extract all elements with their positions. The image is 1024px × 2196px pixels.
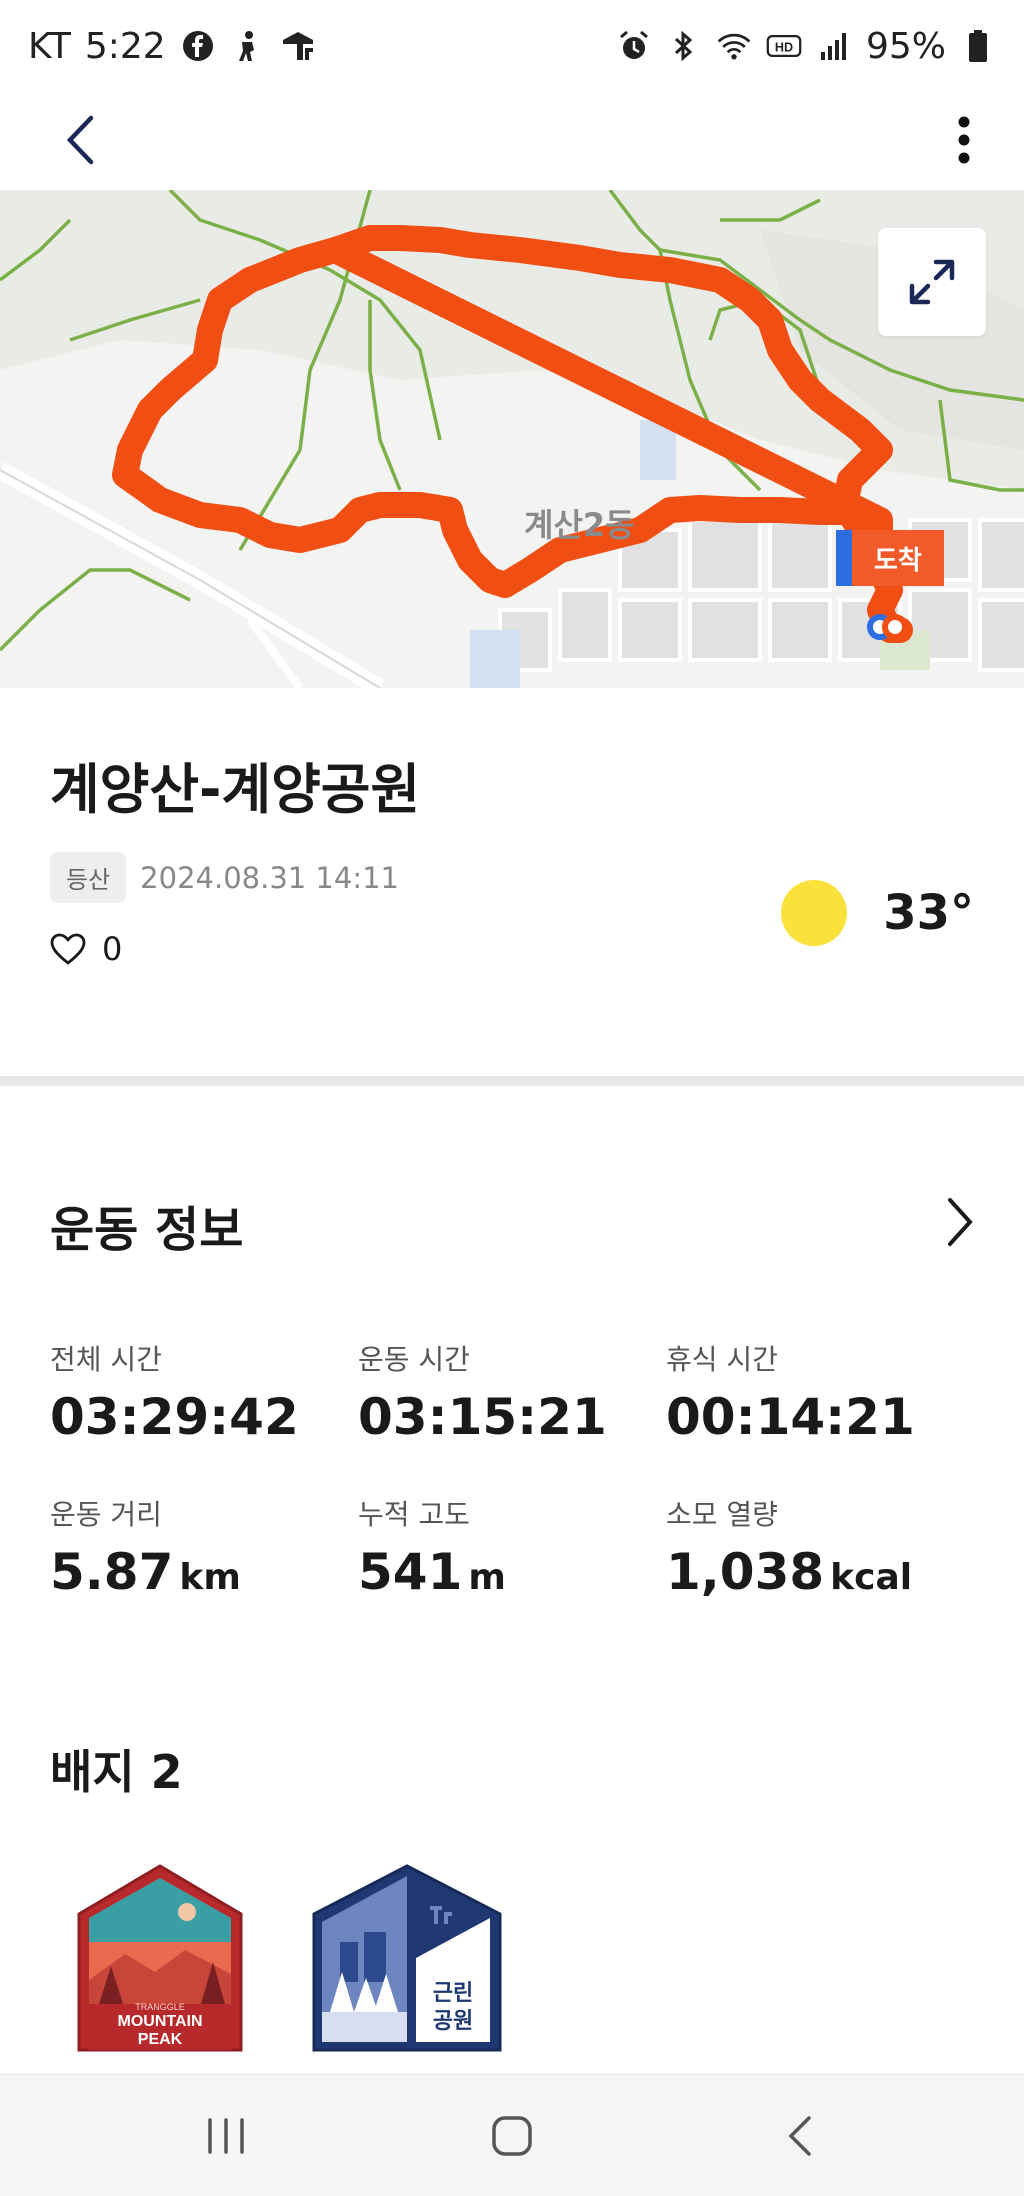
exercise-info-heading: 운동 정보 (50, 1202, 244, 1258)
home-icon (492, 2116, 532, 2156)
stat-label: 누적 고도 (358, 1498, 470, 1531)
stat-value: 03:15:21 (358, 1388, 607, 1446)
badge-line2: MOUNTAIN (117, 2013, 202, 2030)
carrier-label: KT (28, 25, 71, 67)
clock: 5:22 (84, 25, 166, 67)
more-options-button[interactable] (934, 110, 994, 170)
bluetooth-icon (666, 28, 702, 64)
weather: 33° (781, 880, 974, 946)
badge-line2: 공원 (433, 2009, 473, 2034)
sunny-icon (781, 880, 848, 946)
stat-elevation: 누적 고도 541 m (358, 1493, 506, 1601)
badge-mountain-peak[interactable]: TRANGGLE MOUNTAIN PEAK (75, 1862, 245, 2052)
badge-line1: 근린 (433, 1981, 473, 2006)
chevron-right-icon (948, 1198, 973, 1246)
activity-datetime: 2024.08.31 14:11 (140, 860, 400, 895)
badges-heading: 배지 2 (50, 1745, 183, 1799)
stat-label: 휴식 시간 (666, 1343, 778, 1376)
top-app-bar (0, 92, 1024, 190)
stat-label: 운동 시간 (358, 1343, 470, 1376)
badge-line3: PEAK (138, 2031, 183, 2048)
tranggle-icon (280, 28, 316, 64)
arrival-marker: 도착 (836, 530, 944, 586)
system-back-button[interactable] (760, 2101, 840, 2171)
stat-moving-time: 운동 시간 03:15:21 (358, 1338, 607, 1446)
exercise-info-detail-button[interactable] (930, 1192, 990, 1252)
stat-unit: km (179, 1557, 241, 1598)
stat-unit: m (468, 1557, 506, 1598)
status-bar: KT 5:22 HD 95% (0, 0, 1024, 92)
signal-icon (816, 28, 852, 64)
back-button[interactable] (50, 110, 110, 170)
svg-text:HD: HD (775, 40, 793, 54)
badge-line1: TRANGGLE (135, 2002, 185, 2012)
stat-label: 운동 거리 (50, 1498, 162, 1531)
stat-calories: 소모 열량 1,038 kcal (666, 1493, 912, 1601)
facebook-icon (180, 28, 216, 64)
stat-value: 5.87 km (50, 1543, 241, 1601)
activity-title: 계양산-계양공원 (50, 758, 421, 821)
stat-label: 전체 시간 (50, 1343, 162, 1376)
stat-value: 1,038 kcal (666, 1543, 913, 1601)
recent-apps-button[interactable] (186, 2101, 266, 2171)
hiker-icon (230, 28, 266, 64)
section-divider (0, 1076, 1024, 1086)
stat-rest-time: 휴식 시간 00:14:21 (666, 1338, 915, 1446)
home-button[interactable] (472, 2101, 552, 2171)
stat-value: 00:14:21 (666, 1388, 915, 1446)
chevron-left-icon (66, 115, 94, 165)
stat-value: 03:29:42 (50, 1388, 299, 1446)
map-canvas (0, 190, 1024, 688)
more-vertical-icon (958, 116, 970, 164)
badge-neighborhood-park[interactable]: 근린 공원 (310, 1862, 502, 2052)
stat-unit: kcal (830, 1557, 913, 1598)
expand-icon (909, 259, 955, 305)
stat-value: 541 m (358, 1543, 506, 1601)
category-chip: 등산 (50, 852, 127, 903)
stat-label: 소모 열량 (666, 1498, 778, 1531)
route-map[interactable]: 계산2동 도착 (0, 190, 1024, 688)
wifi-icon (716, 28, 752, 64)
recent-apps-icon (208, 2118, 244, 2154)
stat-distance: 운동 거리 5.87 km (50, 1493, 241, 1601)
like-button[interactable]: 0 (50, 930, 122, 968)
stat-total-time: 전체 시간 03:29:42 (50, 1338, 299, 1446)
arrival-label: 도착 (852, 530, 944, 586)
heart-icon (50, 933, 86, 965)
mountain-peak-badge-icon: TRANGGLE MOUNTAIN PEAK (77, 1864, 243, 2052)
alarm-icon (616, 28, 652, 64)
system-nav-bar (0, 2074, 1024, 2196)
map-area-label: 계산2동 (524, 506, 635, 544)
battery-percent: 95% (865, 25, 946, 67)
back-arrow-icon (788, 2116, 811, 2156)
battery-icon (960, 28, 996, 64)
expand-map-button[interactable] (878, 228, 986, 336)
neighborhood-park-badge-icon: 근린 공원 (312, 1864, 502, 2052)
like-count: 0 (102, 930, 123, 968)
arrival-tag-accent (836, 530, 852, 586)
activity-meta: 등산 2024.08.31 14:11 (50, 852, 399, 903)
hd-icon: HD (766, 28, 802, 64)
temperature: 33° (883, 885, 974, 941)
